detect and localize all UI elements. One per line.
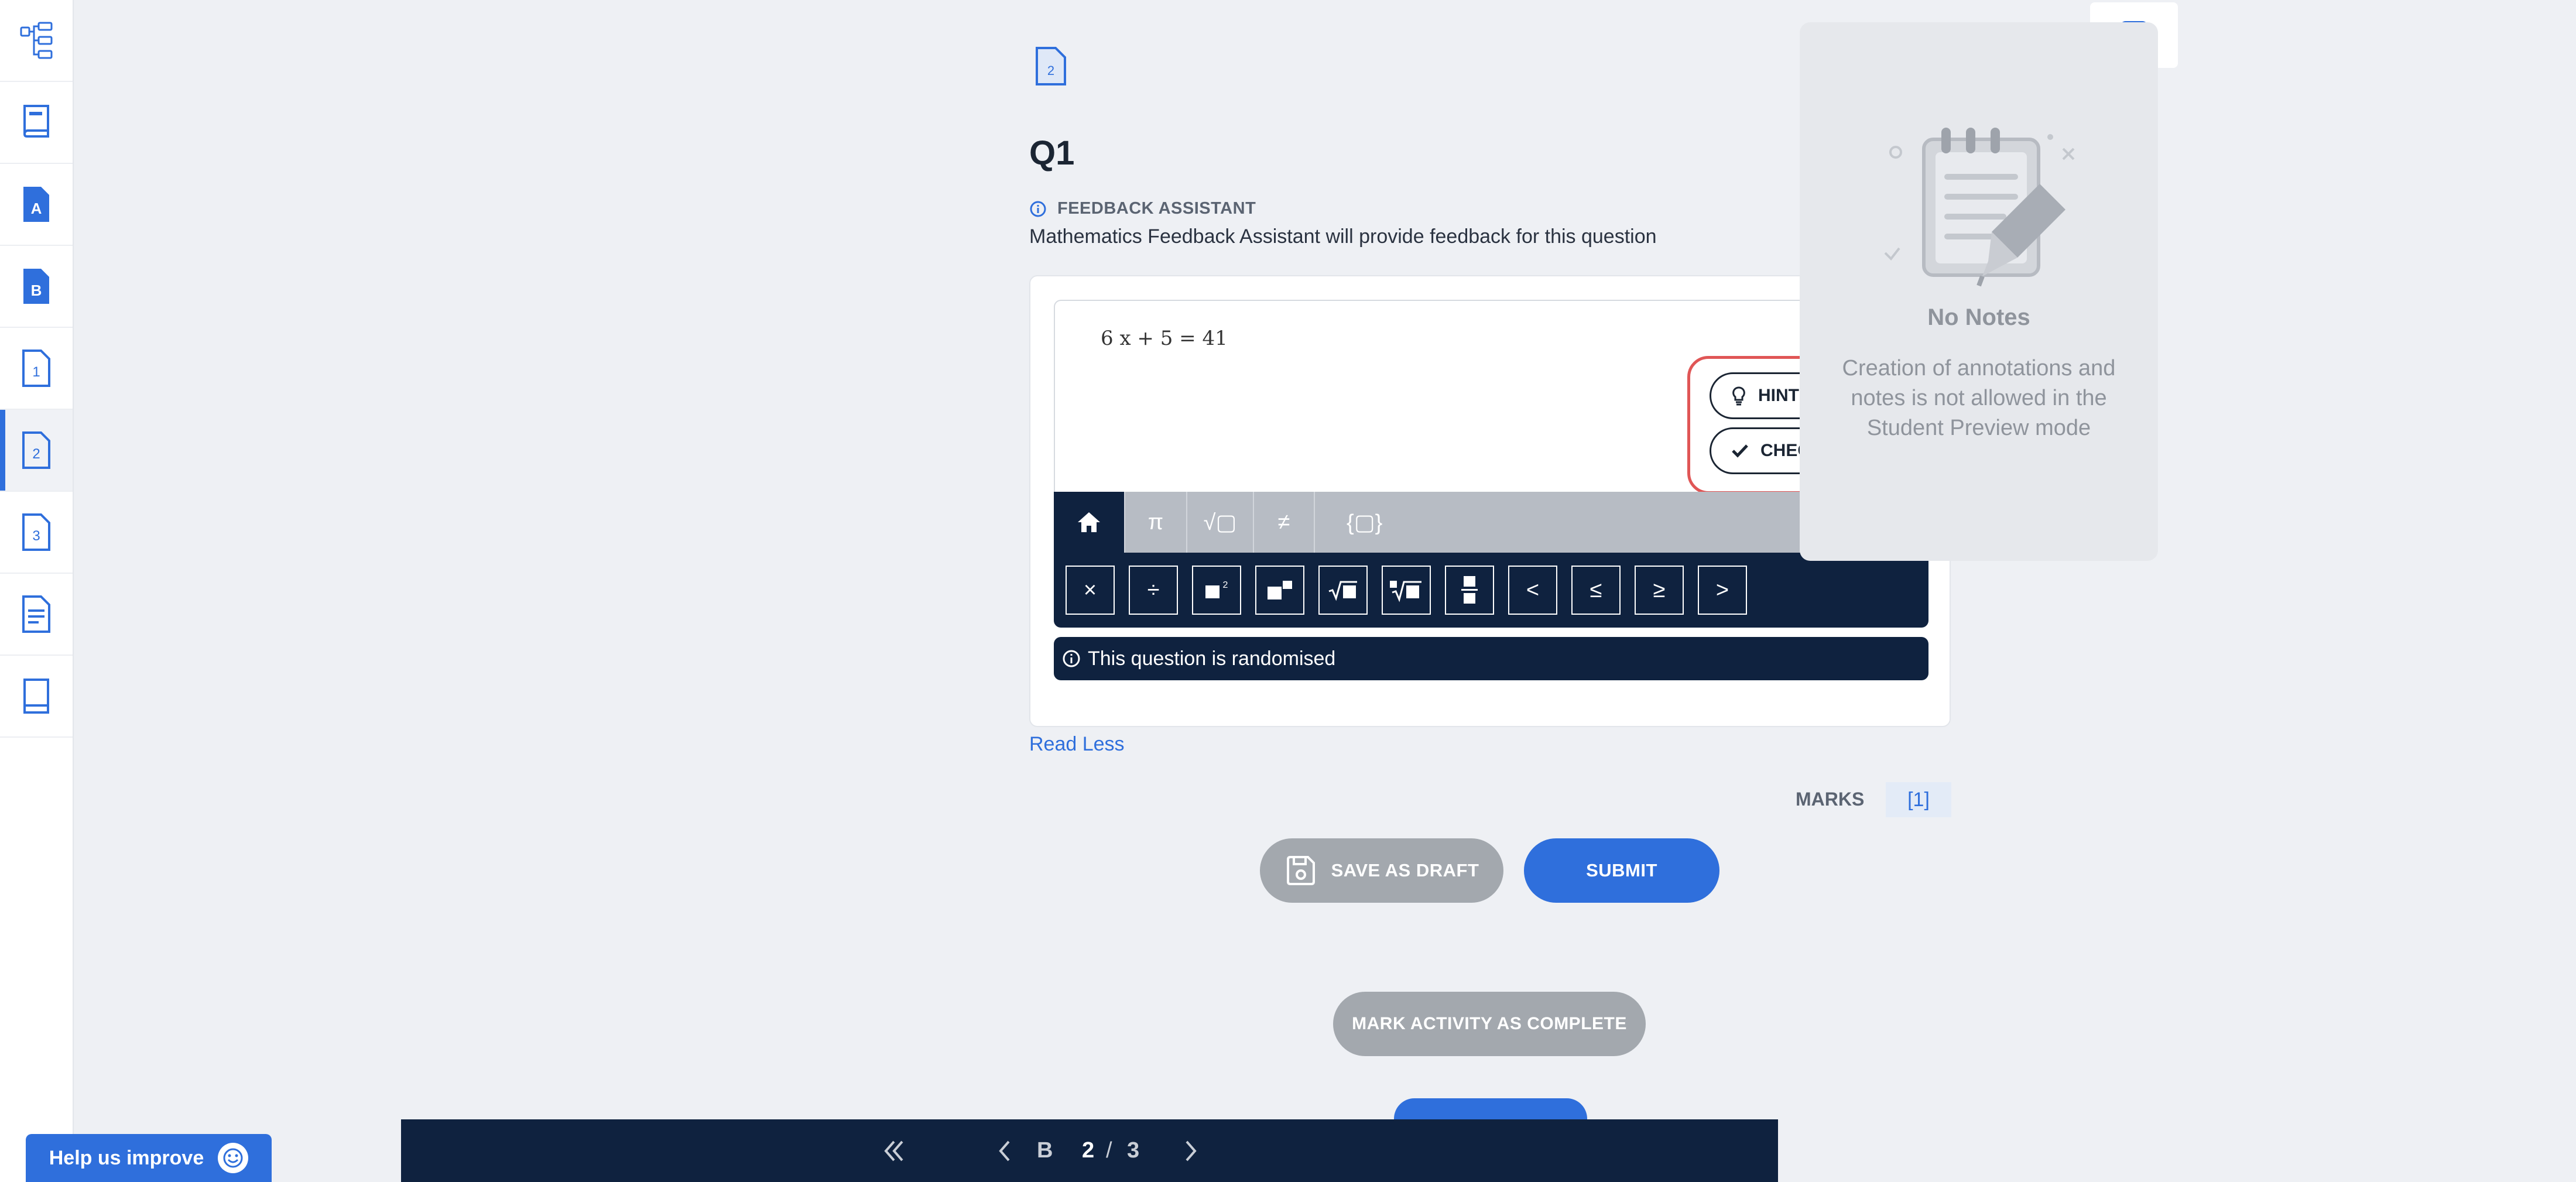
info-icon (1030, 201, 1046, 217)
key-greater-equal[interactable]: ≥ (1635, 566, 1684, 615)
svg-text:2: 2 (32, 446, 40, 462)
section-a-icon: A (23, 187, 49, 222)
sidebar-item-notebook[interactable] (0, 656, 73, 738)
mark-activity-complete-button[interactable]: MARK ACTIVITY AS COMPLETE (1333, 992, 1646, 1056)
question-title: Q1 (1029, 134, 1075, 172)
book-icon (23, 105, 49, 138)
main-content: 2 Q1 FEEDBACK ASSISTANT Mathematics Feed… (401, 0, 2178, 1139)
notes-panel: No Notes Creation of annotations and not… (1800, 22, 2158, 561)
structure-icon (20, 22, 53, 59)
page-2-icon: 2 (22, 431, 50, 469)
key-divide[interactable]: ÷ (1129, 566, 1178, 615)
previous-page-icon[interactable] (988, 1133, 1023, 1169)
tab-roots[interactable]: √▢ (1187, 492, 1254, 553)
save-icon (1286, 856, 1315, 885)
save-as-draft-button[interactable]: SAVE AS DRAFT (1260, 838, 1503, 903)
checkmark-icon (1732, 444, 1748, 458)
feedback-assistant-description: Mathematics Feedback Assistant will prov… (1029, 225, 1657, 248)
key-fraction[interactable] (1445, 566, 1494, 615)
feedback-assistant-text: FEEDBACK ASSISTANT (1057, 199, 1256, 218)
page-1-icon: 1 (22, 350, 50, 387)
section-b-icon: B (23, 269, 49, 304)
key-less-equal[interactable]: ≤ (1571, 566, 1621, 615)
math-keyboard-tabs: π √▢ ≠ {▢} (1054, 492, 1928, 553)
hint-label: HINT (1758, 386, 1799, 405)
svg-text:2: 2 (1047, 63, 1054, 78)
math-expression: 6 x + 5 = 41 (1101, 327, 1228, 350)
marks-label: MARKS (1796, 789, 1865, 810)
page-icon: 2 (1036, 47, 1066, 85)
first-page-icon[interactable] (876, 1133, 912, 1169)
tab-home[interactable] (1054, 492, 1125, 553)
sidebar-item-section-a[interactable]: A (0, 164, 73, 246)
sidebar-item-section-b[interactable]: B (0, 246, 73, 328)
svg-text:2: 2 (1223, 580, 1228, 590)
svg-text:1: 1 (32, 364, 40, 380)
randomised-text: This question is randomised (1088, 647, 1336, 670)
sidebar: A B 1 2 3 (0, 0, 74, 1182)
tab-constants[interactable]: π (1125, 492, 1187, 553)
info-icon (1063, 650, 1080, 667)
feedback-assistant-label: FEEDBACK ASSISTANT (1029, 199, 1256, 218)
sidebar-item-page-2[interactable]: 2 (0, 410, 73, 492)
tab-sets[interactable]: {▢} (1315, 492, 1409, 553)
notepad-illustration-icon (1884, 128, 2075, 287)
key-power[interactable] (1255, 566, 1304, 615)
help-us-improve-button[interactable]: Help us improve (26, 1134, 272, 1182)
tab-relations[interactable]: ≠ (1254, 492, 1315, 553)
svg-text:A: A (31, 200, 42, 217)
nth-root-icon (1390, 581, 1421, 602)
notebook-icon (23, 679, 49, 714)
lightbulb-icon (1732, 386, 1745, 406)
document-icon (22, 595, 50, 633)
key-less-than[interactable]: < (1508, 566, 1557, 615)
sidebar-item-document[interactable] (0, 574, 73, 656)
power-icon (1268, 581, 1292, 599)
sqrt-icon (1328, 581, 1357, 601)
sidebar-item-structure[interactable] (0, 0, 73, 82)
key-greater-than[interactable]: > (1698, 566, 1747, 615)
sidebar-item-page-3[interactable]: 3 (0, 492, 73, 574)
page-3-icon: 3 (22, 513, 50, 551)
smiley-icon (218, 1143, 249, 1173)
sidebar-item-page-1[interactable]: 1 (0, 328, 73, 410)
key-nth-root[interactable] (1382, 566, 1431, 615)
marks-value: [1] (1886, 782, 1951, 817)
no-notes-message: Creation of annotations and notes is not… (1842, 356, 2116, 440)
page-separator: / (1106, 1138, 1112, 1163)
submit-button[interactable]: SUBMIT (1524, 838, 1719, 903)
svg-text:B: B (31, 282, 42, 299)
key-multiply[interactable]: × (1066, 566, 1115, 615)
save-as-draft-label: SAVE AS DRAFT (1331, 860, 1479, 880)
read-less-link[interactable]: Read Less (1029, 733, 1125, 756)
sidebar-item-book[interactable] (0, 82, 73, 164)
randomised-notice: This question is randomised (1054, 637, 1928, 680)
home-icon (1078, 512, 1100, 532)
key-sqrt[interactable] (1318, 566, 1368, 615)
next-page-icon[interactable] (1173, 1133, 1208, 1169)
help-label: Help us improve (49, 1146, 204, 1169)
key-squared[interactable]: 2 (1192, 566, 1241, 615)
no-notes-title: No Notes (1927, 304, 2030, 330)
fraction-icon (1461, 576, 1478, 604)
section-indicator: B (1037, 1138, 1053, 1163)
math-keyboard-keys: × ÷ 2 < ≤ ≥ > (1054, 553, 1928, 628)
page-navigation-bar: B 2 / 3 (401, 1119, 1778, 1182)
current-page-number: 2 (1082, 1138, 1095, 1163)
svg-text:3: 3 (32, 528, 40, 544)
total-pages: 3 (1127, 1138, 1140, 1163)
squared-icon: 2 (1205, 580, 1228, 598)
